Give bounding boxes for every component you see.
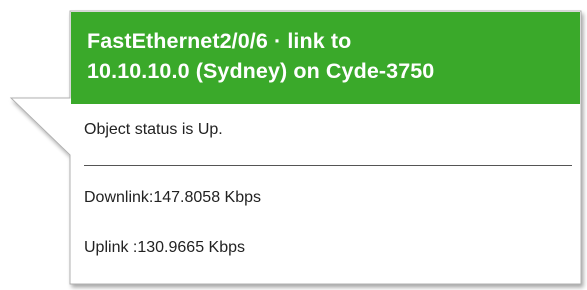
tooltip-callout: FastEthernet2/0/6 · link to 10.10.10.0 (… xyxy=(0,0,587,290)
tooltip-header: FastEthernet2/0/6 · link to 10.10.10.0 (… xyxy=(71,12,580,104)
downlink-rate-text: Downlink:147.8058 Kbps xyxy=(84,189,262,206)
object-status-text: Object status is Up. xyxy=(84,121,223,138)
divider xyxy=(84,165,572,166)
tooltip-title-line-1: FastEthernet2/0/6 · link to xyxy=(87,29,352,53)
tooltip-title-line-2: 10.10.10.0 (Sydney) on Cyde-3750 xyxy=(87,59,435,83)
uplink-rate-text: Uplink :130.9665 Kbps xyxy=(84,239,245,256)
tooltip-stage: FastEthernet2/0/6 · link to 10.10.10.0 (… xyxy=(0,0,587,290)
